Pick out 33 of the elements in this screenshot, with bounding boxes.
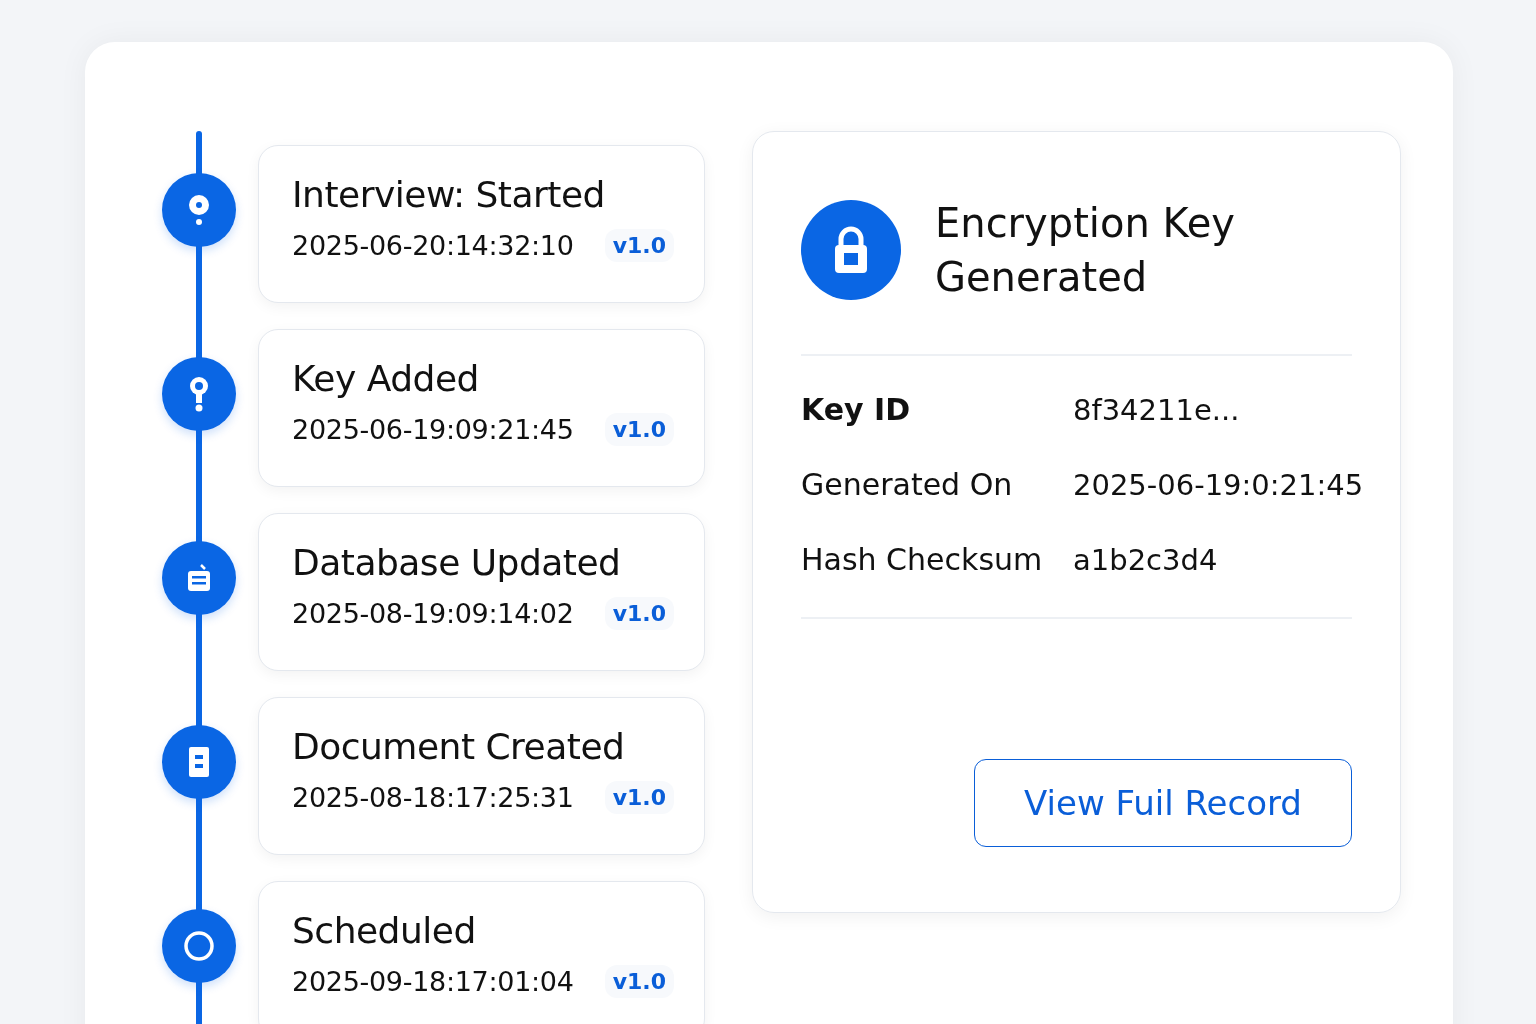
event-timestamp: 2025-06-20:14:32:10 (292, 230, 574, 261)
version-tag: v1.0 (604, 413, 674, 446)
event-timestamp: 2025-09-18:17:01:04 (292, 966, 574, 997)
event-title: Database Updated (292, 542, 622, 583)
document-icon (189, 747, 209, 777)
detail-title: Encryption Key Generated (935, 199, 1236, 302)
version-tag: v1.0 (604, 597, 674, 630)
view-record-button[interactable]: View Fuil Record (974, 759, 1352, 847)
version-tag: v1.0 (604, 229, 674, 262)
field-value: 2025-06-19:0:21:45 (1073, 468, 1364, 502)
event-card[interactable]: Interview: Started 2025-06-20:14:32:10 v1.0 (258, 145, 705, 303)
event-timestamp: 2025-08-19:09:14:02 (292, 598, 574, 629)
event-timestamp: 2025-06-19:09:21:45 (292, 414, 574, 445)
event-title: Interview: Started (292, 174, 606, 215)
event-card[interactable]: Database Updated 2025-08-19:09:14:02 v1.0 (258, 513, 705, 671)
version-tag: v1.0 (604, 965, 674, 998)
field-label: Key ID (801, 392, 912, 427)
event-timestamp: 2025-08-18:17:25:31 (292, 782, 574, 813)
tray-icon (186, 563, 212, 593)
field-value: 8f34211e... (1073, 393, 1240, 427)
event-title: Scheduled (292, 910, 477, 951)
event-card[interactable]: Scheduled 2025-09-18:17:01:04 v1.0 (258, 881, 705, 1024)
circle-icon (183, 930, 215, 962)
version-tag: v1.0 (604, 781, 674, 814)
event-title: Key Added (292, 358, 480, 399)
event-card[interactable]: Document Created 2025-08-18:17:25:31 v1.0 (258, 697, 705, 855)
field-label: Generated On (801, 467, 1014, 502)
info-icon (187, 193, 211, 227)
field-label: Hash Checksum (801, 542, 1044, 577)
key-icon (188, 376, 210, 412)
event-title: Document Created (292, 726, 626, 767)
event-card[interactable]: Key Added 2025-06-19:09:21:45 v1.0 (258, 329, 705, 487)
field-value: a1b2c3d4 (1073, 543, 1218, 577)
